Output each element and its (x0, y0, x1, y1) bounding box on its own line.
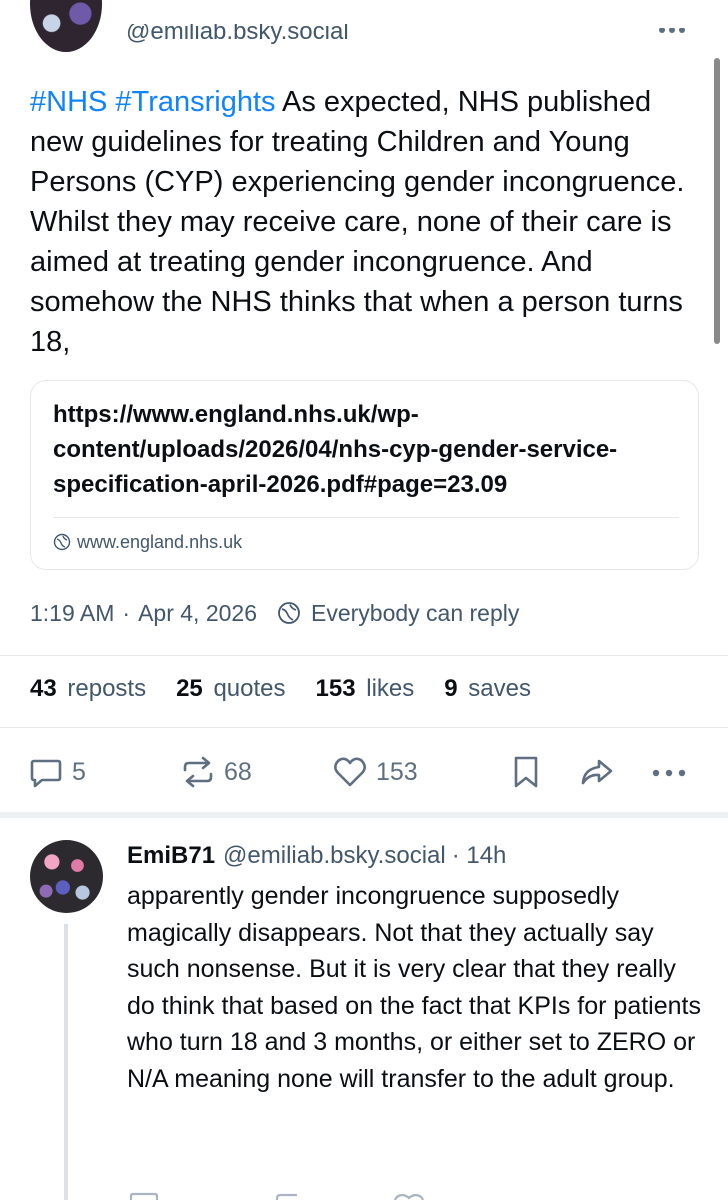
reply-count: 5 (72, 757, 86, 786)
more-button[interactable] (650, 750, 690, 794)
link-card-divider (53, 517, 679, 518)
like-icon (334, 757, 366, 787)
author-avatar[interactable] (30, 0, 102, 52)
globe-icon (277, 601, 301, 625)
repost-icon (183, 756, 213, 788)
reply-author-handle[interactable]: @emiliab.bsky.social (223, 842, 446, 870)
reply-button[interactable]: 5 (28, 750, 86, 794)
quotes-stat[interactable]: 25 quotes (176, 675, 285, 703)
cropped-action-bar (129, 1192, 425, 1200)
post-date: Apr 4, 2026 (138, 599, 257, 626)
share-button[interactable] (578, 750, 616, 794)
post-body: As expected, NHS published new guideline… (30, 86, 685, 358)
share-icon (581, 759, 613, 785)
more-icon[interactable] (656, 28, 688, 38)
post-stats: 43 reposts 25 quotes 153 likes 9 saves (30, 672, 561, 706)
link-url[interactable]: https://www.england.nhs.uk/wp-content/up… (53, 397, 673, 502)
globe-icon (53, 533, 71, 551)
repost-count: 68 (224, 757, 252, 786)
more-icon (652, 769, 686, 777)
link-domain-text: www.england.nhs.uk (77, 531, 243, 552)
like-count: 153 (376, 757, 418, 786)
hashtag-transrights[interactable]: #Transrights (115, 86, 275, 118)
saves-stat[interactable]: 9 saves (444, 675, 531, 703)
reposts-stat[interactable]: 43 reposts (30, 675, 146, 703)
reply-icon (30, 759, 62, 788)
bookmark-button[interactable] (508, 750, 544, 794)
reply-author-name[interactable]: EmiB71 (127, 842, 215, 870)
meta-separator: · (122, 599, 131, 626)
link-domain: www.england.nhs.uk (53, 529, 242, 555)
divider (0, 655, 728, 656)
thread-separator (0, 812, 728, 818)
reply-header: EmiB71 @emiliab.bsky.social · 14h (127, 840, 506, 872)
likes-stat[interactable]: 153 likes (316, 675, 415, 703)
reply-time: · 14h (451, 842, 507, 869)
hashtag-nhs[interactable]: #NHS (30, 86, 107, 118)
post-text: #NHS #Transrights As expected, NHS publi… (30, 82, 700, 362)
post-time: 1:19 AM (30, 599, 115, 626)
action-bar: 5 68 153 (0, 750, 728, 794)
link-card[interactable]: https://www.england.nhs.uk/wp-content/up… (30, 380, 699, 570)
post-meta: 1:19 AM · Apr 4, 2026 Everybody can repl… (30, 598, 519, 628)
author-handle[interactable]: @emiliab.bsky.social (126, 24, 349, 48)
scrollbar[interactable] (714, 58, 720, 344)
reply-text: apparently gender incongruence supposedl… (127, 882, 701, 1093)
bookmark-icon (514, 756, 538, 788)
thread-line (64, 924, 68, 1200)
divider (0, 727, 728, 728)
repost-button[interactable]: 68 (180, 750, 252, 794)
like-button[interactable]: 153 (332, 750, 418, 794)
reply-avatar[interactable] (30, 840, 103, 913)
reply-setting[interactable]: Everybody can reply (311, 600, 519, 627)
